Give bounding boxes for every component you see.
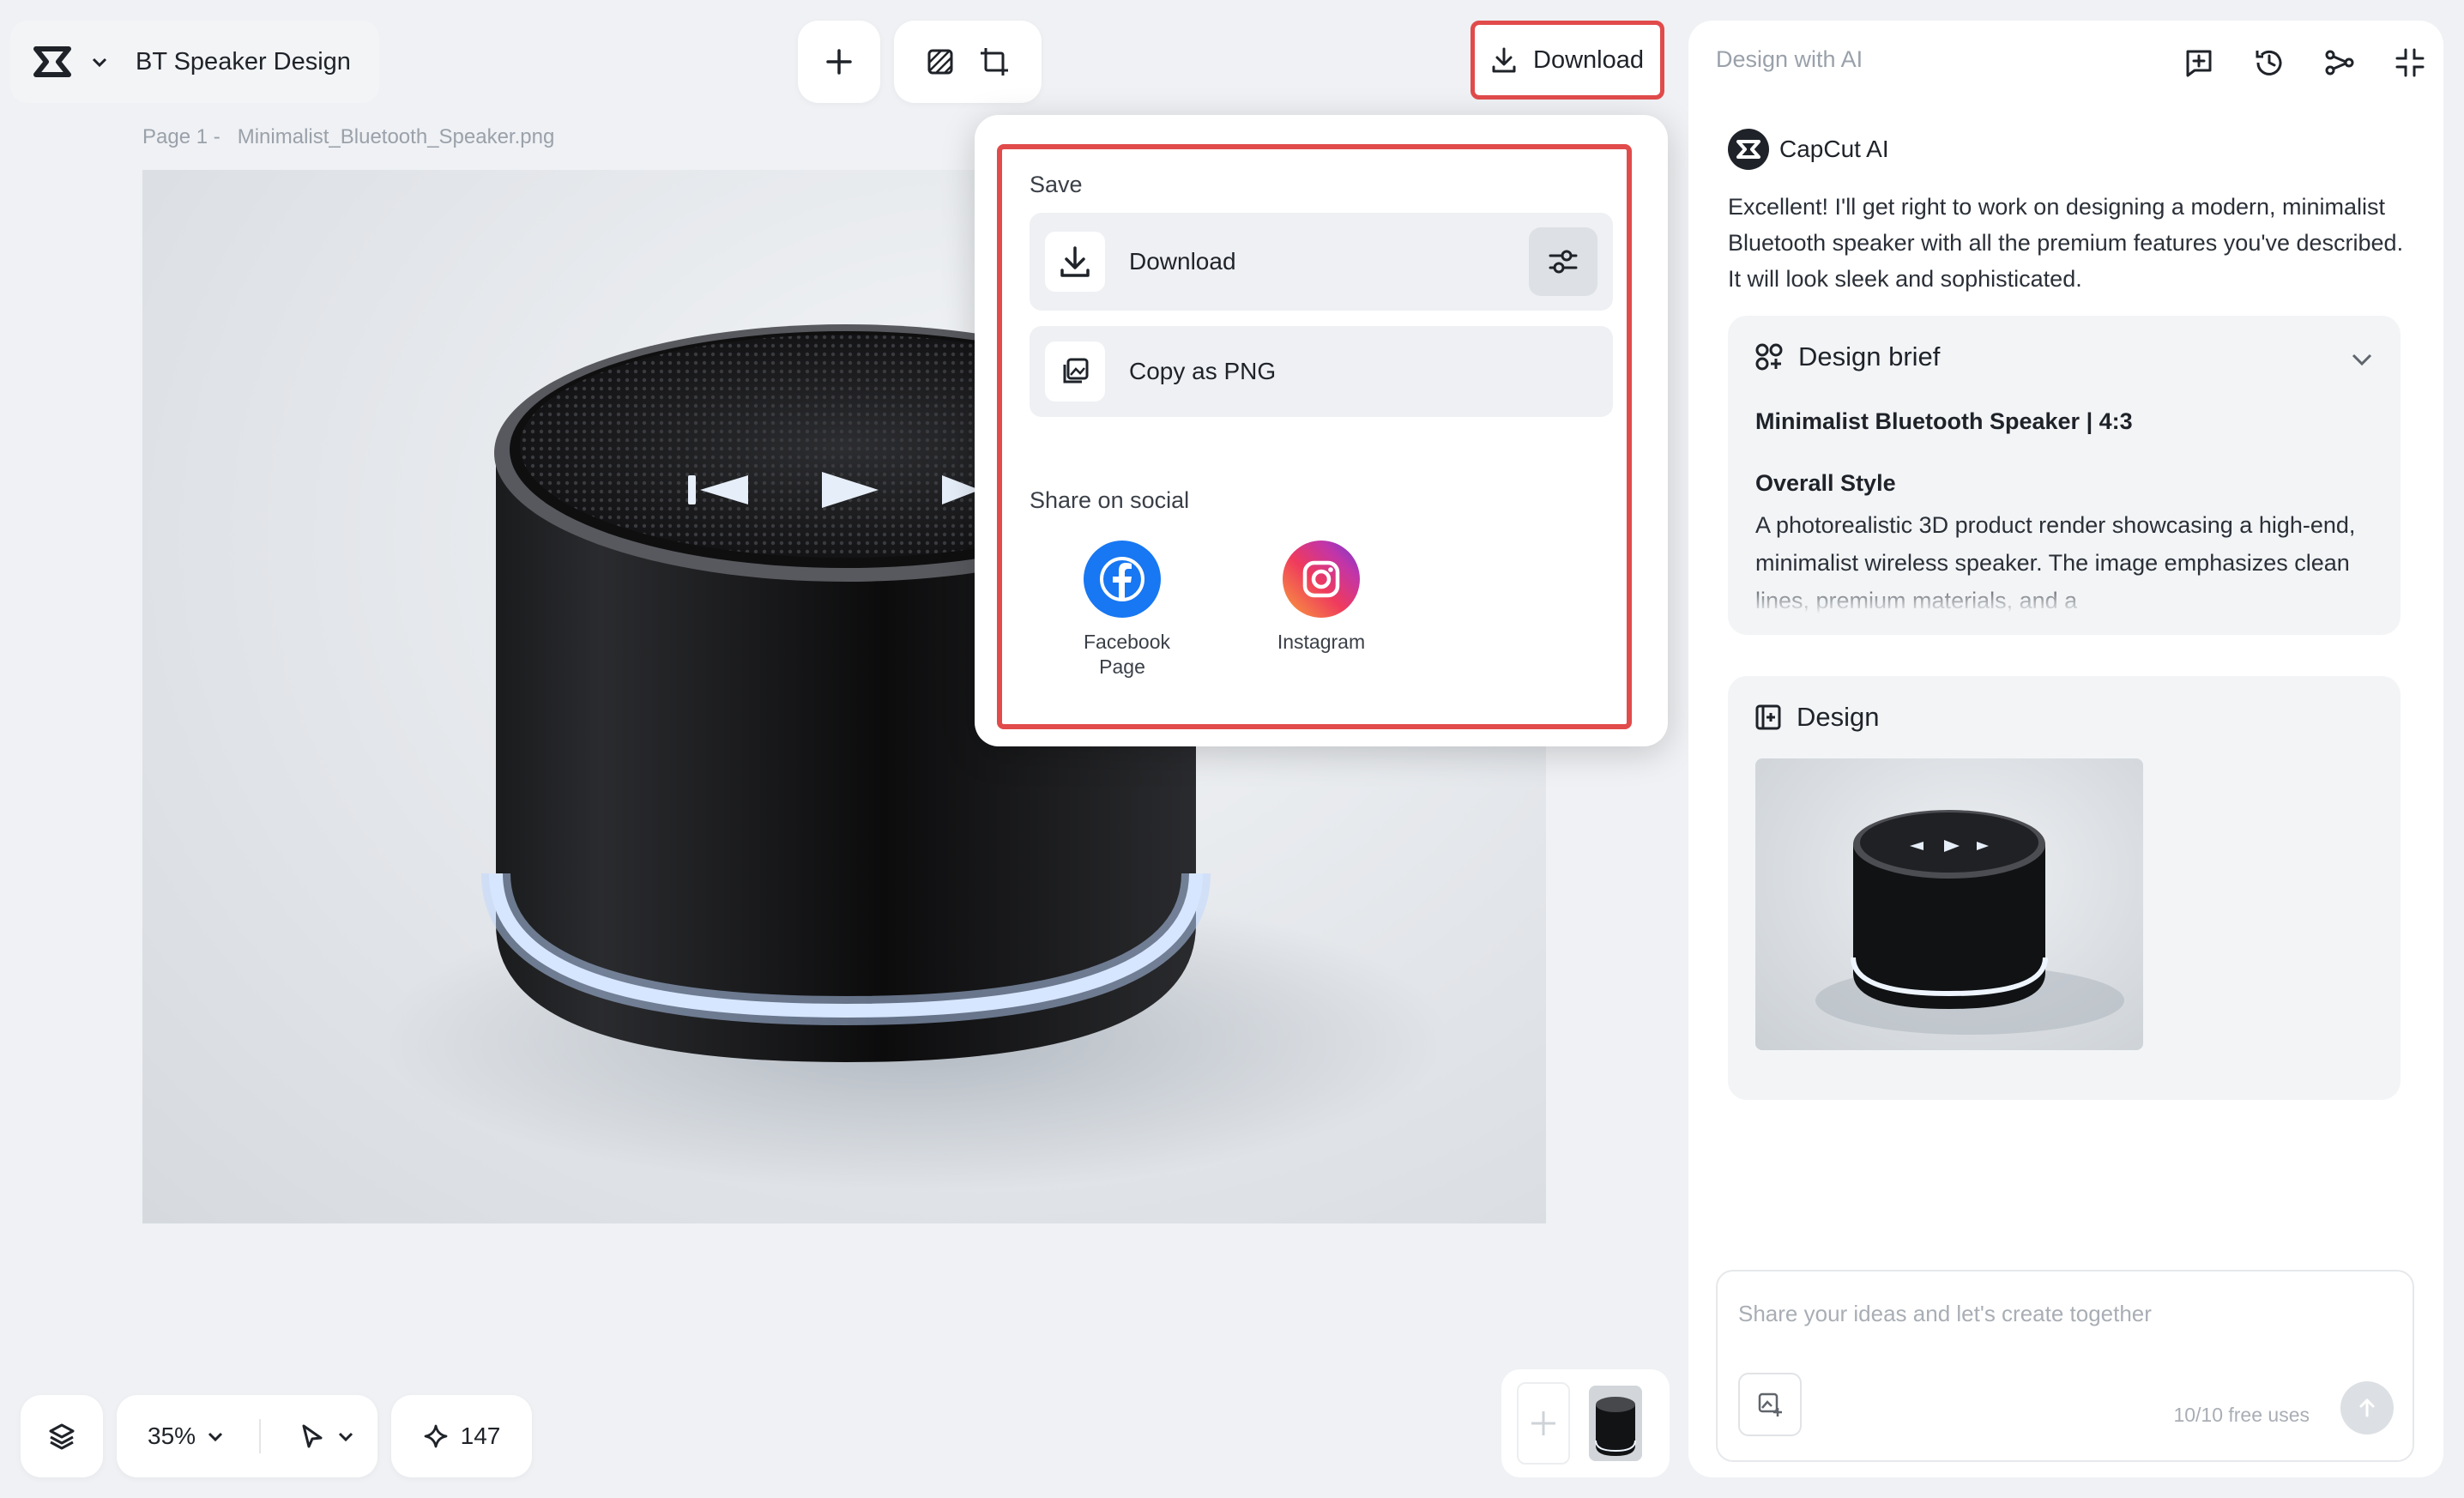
download-option-label: Download bbox=[1129, 248, 1236, 275]
resize-icon[interactable] bbox=[979, 46, 1010, 77]
share-flow-icon[interactable] bbox=[2322, 45, 2358, 81]
design-card: Design bbox=[1728, 676, 2401, 1100]
prompt-input[interactable]: Share your ideas and let's create togeth… bbox=[1738, 1301, 2152, 1327]
brief-style-text: A photorealistic 3D product render showc… bbox=[1755, 512, 2356, 613]
design-icon bbox=[1754, 703, 1783, 732]
plus-icon bbox=[1531, 1411, 1555, 1435]
capcut-logo-icon bbox=[33, 42, 72, 82]
chevron-down-icon[interactable] bbox=[336, 1427, 355, 1446]
panel-title: Design with AI bbox=[1716, 46, 1863, 72]
sparkle-icon bbox=[423, 1423, 449, 1449]
arrow-up-icon bbox=[2359, 1398, 2375, 1417]
pointer-tool-icon[interactable] bbox=[299, 1422, 326, 1450]
prompt-box[interactable]: Share your ideas and let's create togeth… bbox=[1716, 1270, 2414, 1462]
share-heading: Share on social bbox=[1030, 487, 1190, 513]
design-brief-card[interactable]: Design brief Minimalist Bluetooth Speake… bbox=[1728, 316, 2401, 635]
share-instagram[interactable]: Instagram bbox=[1257, 541, 1386, 655]
brief-subtitle: Minimalist Bluetooth Speaker | 4:3 bbox=[1755, 408, 2133, 434]
download-settings-button[interactable] bbox=[1529, 227, 1597, 296]
divider bbox=[259, 1419, 262, 1453]
canvas-tools bbox=[894, 21, 1042, 103]
download-option[interactable]: Download bbox=[1030, 213, 1613, 311]
add-page-button[interactable] bbox=[1517, 1382, 1570, 1465]
chevron-down-icon[interactable] bbox=[89, 51, 110, 72]
ai-header: CapCut AI bbox=[1728, 129, 1889, 170]
capcut-ai-avatar bbox=[1728, 129, 1769, 170]
layers-icon bbox=[47, 1422, 76, 1451]
share-facebook[interactable]: Facebook Page bbox=[1058, 541, 1187, 680]
page-thumbnail[interactable] bbox=[1589, 1386, 1642, 1461]
page-strip bbox=[1501, 1369, 1670, 1477]
brief-icon bbox=[1754, 341, 1785, 372]
project-menu[interactable]: BT Speaker Design bbox=[10, 21, 379, 103]
zoom-level[interactable]: 35% bbox=[148, 1422, 196, 1450]
credits-count: 147 bbox=[460, 1422, 501, 1449]
panel-toolbar bbox=[2181, 45, 2428, 81]
chevron-down-icon[interactable] bbox=[206, 1427, 225, 1446]
download-button[interactable]: Download bbox=[1471, 21, 1664, 100]
image-add-icon bbox=[1758, 1392, 1782, 1416]
design-title: Design bbox=[1797, 702, 1880, 732]
instagram-label: Instagram bbox=[1277, 631, 1366, 653]
chevron-down-icon[interactable] bbox=[2349, 347, 2375, 372]
brief-style-heading: Overall Style bbox=[1755, 470, 1896, 496]
history-icon[interactable] bbox=[2251, 45, 2287, 81]
background-pattern-icon[interactable] bbox=[926, 47, 955, 76]
add-button[interactable] bbox=[798, 21, 880, 103]
copy-image-icon bbox=[1045, 341, 1105, 402]
download-option-icon bbox=[1045, 232, 1105, 292]
plus-icon bbox=[824, 47, 854, 76]
free-uses-counter: 10/10 free uses bbox=[2173, 1404, 2310, 1426]
download-icon bbox=[1490, 46, 1518, 74]
layers-button[interactable] bbox=[21, 1395, 103, 1477]
save-heading: Save bbox=[1030, 172, 1083, 197]
design-thumbnail[interactable] bbox=[1755, 758, 2143, 1050]
ai-panel: Design with AI CapCut AI Excellent! I'll… bbox=[1688, 21, 2443, 1477]
collapse-icon[interactable] bbox=[2392, 45, 2428, 81]
sliders-icon bbox=[1549, 250, 1578, 274]
design-brief-header: Design brief bbox=[1754, 341, 1940, 372]
facebook-icon bbox=[1084, 541, 1161, 618]
instagram-icon bbox=[1283, 541, 1360, 618]
credits-button[interactable]: 147 bbox=[391, 1395, 532, 1477]
page-breadcrumb: Page 1 - Minimalist_Bluetooth_Speaker.pn… bbox=[142, 125, 555, 148]
zoom-controls: 35% bbox=[117, 1395, 377, 1477]
send-button[interactable] bbox=[2340, 1381, 2394, 1435]
copy-as-png-label: Copy as PNG bbox=[1129, 358, 1277, 384]
design-header: Design bbox=[1754, 702, 1880, 733]
download-button-label: Download bbox=[1533, 45, 1644, 74]
attach-image-button[interactable] bbox=[1738, 1373, 1802, 1436]
copy-as-png-option[interactable]: Copy as PNG bbox=[1030, 326, 1613, 417]
ai-name: CapCut AI bbox=[1779, 136, 1889, 162]
design-brief-title: Design brief bbox=[1798, 341, 1941, 371]
ai-message: Excellent! I'll get right to work on des… bbox=[1728, 194, 2404, 292]
facebook-label: Facebook Page bbox=[1084, 631, 1171, 678]
new-chat-icon[interactable] bbox=[2181, 45, 2217, 81]
project-title[interactable]: BT Speaker Design bbox=[136, 48, 351, 76]
